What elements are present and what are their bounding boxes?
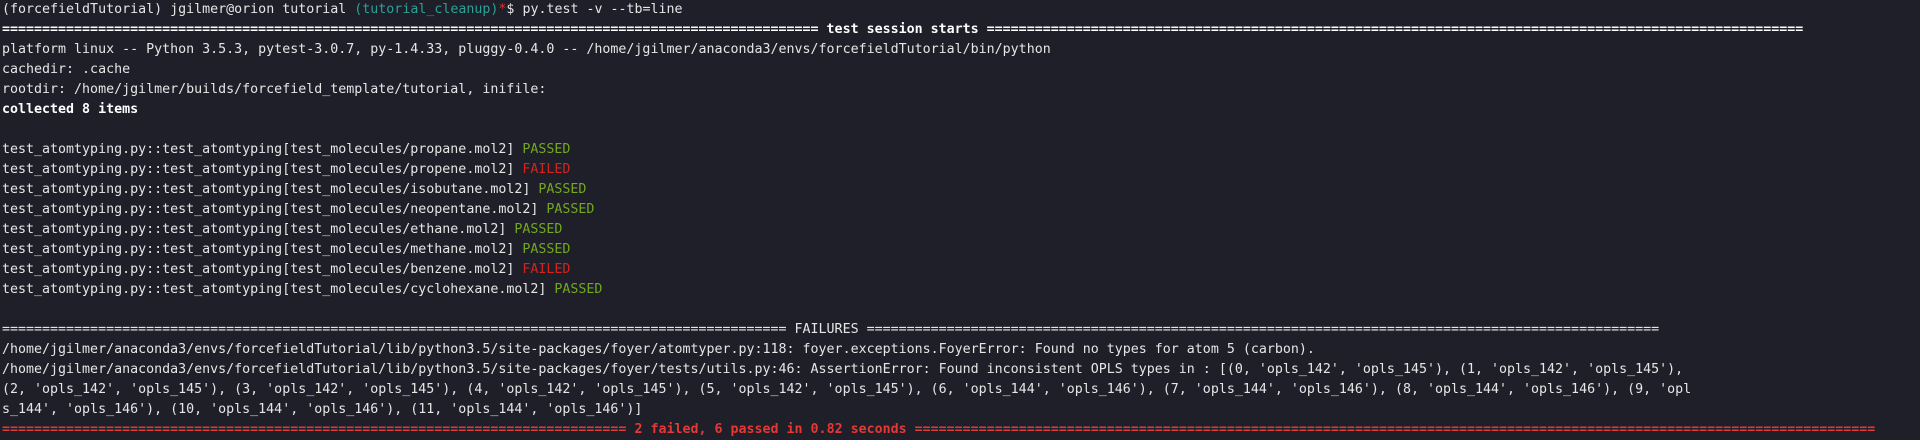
prompt-line: (forcefieldTutorial) jgilmer@orion tutor…: [2, 0, 1920, 20]
test-result-row: test_atomtyping.py::test_atomtyping[test…: [2, 240, 1920, 260]
session-header: ========================================…: [2, 22, 1804, 37]
test-result-row: test_atomtyping.py::test_atomtyping[test…: [2, 160, 1920, 180]
test-status: FAILED: [522, 162, 571, 177]
test-result-row: test_atomtyping.py::test_atomtyping[test…: [2, 220, 1920, 240]
test-status: PASSED: [522, 142, 571, 157]
test-name: test_atomtyping.py::test_atomtyping[test…: [2, 162, 515, 177]
test-name: test_atomtyping.py::test_atomtyping[test…: [2, 242, 515, 257]
summary-text: 2 failed, 6 passed in 0.82 seconds: [634, 422, 907, 437]
platform-line: platform linux -- Python 3.5.3, pytest-3…: [2, 42, 1051, 57]
failure-line: /home/jgilmer/anaconda3/envs/forcefieldT…: [2, 342, 1315, 357]
test-name: test_atomtyping.py::test_atomtyping[test…: [2, 202, 539, 217]
test-result-row: test_atomtyping.py::test_atomtyping[test…: [2, 180, 1920, 200]
failure-line: s_144', 'opls_146'), (10, 'opls_144', 'o…: [2, 402, 643, 417]
summary-line: ========================================…: [2, 420, 1920, 440]
failure-line: (2, 'opls_142', 'opls_145'), (3, 'opls_1…: [2, 382, 1692, 397]
prompt-env: (forcefieldTutorial): [2, 2, 163, 17]
test-name: test_atomtyping.py::test_atomtyping[test…: [2, 222, 507, 237]
summary-left-rule: ========================================…: [2, 422, 627, 437]
terminal-window[interactable]: (forcefieldTutorial) jgilmer@orion tutor…: [0, 0, 1920, 440]
test-result-row: test_atomtyping.py::test_atomtyping[test…: [2, 140, 1920, 160]
test-status: PASSED: [514, 222, 563, 237]
test-status: FAILED: [522, 262, 571, 277]
command-text: py.test -v --tb=line: [522, 2, 683, 17]
prompt-symbol: $: [506, 2, 515, 17]
rootdir-line: rootdir: /home/jgilmer/builds/forcefield…: [2, 82, 547, 97]
failures-header: ========================================…: [2, 322, 1660, 337]
failure-line: /home/jgilmer/anaconda3/envs/forcefieldT…: [2, 362, 1684, 377]
test-name: test_atomtyping.py::test_atomtyping[test…: [2, 182, 531, 197]
collected-line: collected 8 items: [2, 102, 139, 117]
summary-right-rule: ========================================…: [914, 422, 1876, 437]
prompt-cwd: tutorial: [282, 2, 347, 17]
test-result-row: test_atomtyping.py::test_atomtyping[test…: [2, 260, 1920, 280]
test-result-row: test_atomtyping.py::test_atomtyping[test…: [2, 280, 1920, 300]
cachedir-line: cachedir: .cache: [2, 62, 131, 77]
test-name: test_atomtyping.py::test_atomtyping[test…: [2, 282, 547, 297]
prompt-branch: (tutorial_cleanup): [354, 2, 499, 17]
test-status: PASSED: [554, 282, 603, 297]
test-result-row: test_atomtyping.py::test_atomtyping[test…: [2, 200, 1920, 220]
test-name: test_atomtyping.py::test_atomtyping[test…: [2, 262, 515, 277]
prompt-user-host: jgilmer@orion: [170, 2, 275, 17]
test-status: PASSED: [538, 182, 587, 197]
test-status: PASSED: [522, 242, 571, 257]
test-name: test_atomtyping.py::test_atomtyping[test…: [2, 142, 515, 157]
test-status: PASSED: [546, 202, 595, 217]
